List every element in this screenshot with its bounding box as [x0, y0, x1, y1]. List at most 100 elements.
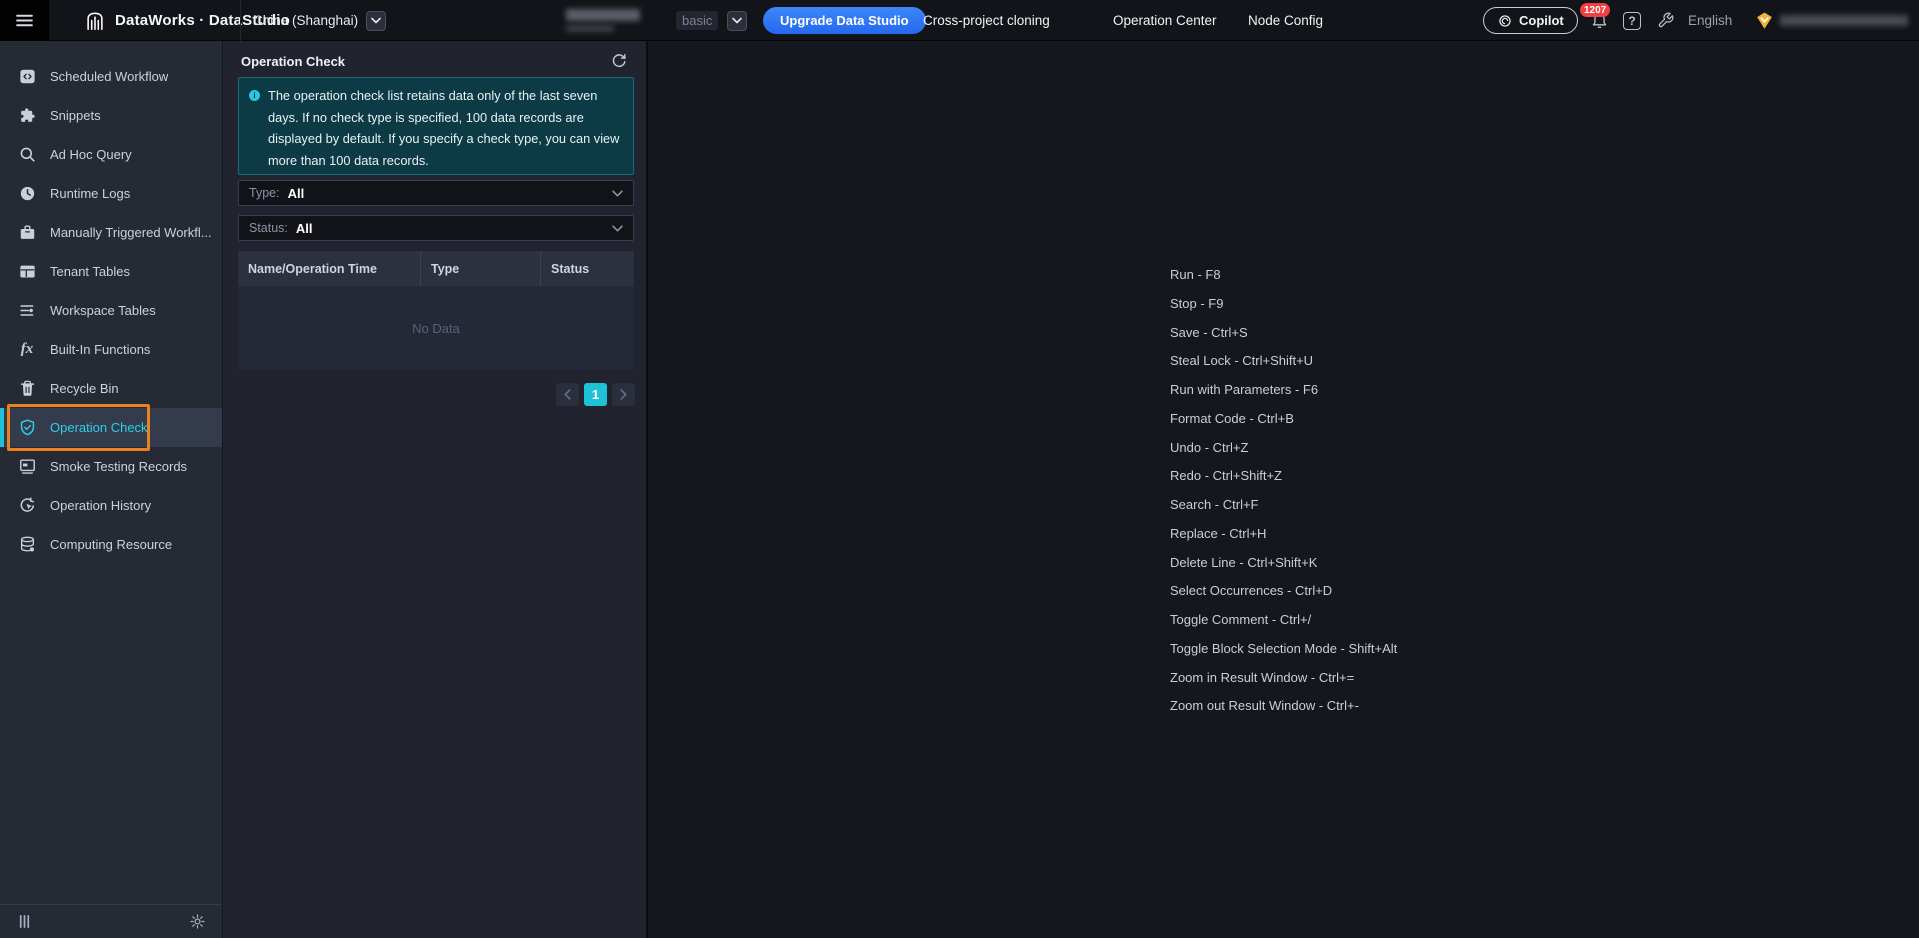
terminal-doc-icon — [17, 457, 37, 476]
status-filter-select[interactable]: Status: All — [238, 215, 634, 241]
puzzle-icon — [17, 106, 37, 125]
env-label: basic — [676, 11, 719, 30]
region-selector[interactable]: China (Shanghai) — [253, 0, 387, 41]
shortcut-save: Save - Ctrl+S — [1170, 324, 1248, 340]
shortcut-zoom-out-result: Zoom out Result Window - Ctrl+- — [1170, 698, 1359, 714]
sidebar-item-label: Operation History — [50, 498, 152, 513]
keyboard-shortcuts-list: Run - F8 Stop - F9 Save - Ctrl+S Steal L… — [1170, 261, 1397, 721]
columns-icon — [19, 914, 30, 929]
panel-title: Operation Check — [241, 54, 346, 69]
copilot-button[interactable]: Copilot — [1483, 7, 1578, 34]
chevron-down-icon — [612, 224, 623, 232]
database-icon — [17, 535, 37, 554]
shortcut-delete-line: Delete Line - Ctrl+Shift+K — [1170, 554, 1318, 570]
clock-icon — [17, 184, 37, 203]
nav-node-config[interactable]: Node Config — [1248, 0, 1323, 41]
notification-count-badge: 1207 — [1580, 3, 1611, 17]
refresh-button[interactable] — [608, 50, 630, 72]
user-account-blurred[interactable] — [1780, 0, 1912, 41]
shortcut-toggle-block-selection: Toggle Block Selection Mode - Shift+Alt — [1170, 640, 1398, 656]
region-label: China (Shanghai) — [253, 13, 359, 28]
info-icon: i — [249, 90, 260, 101]
sidebar-item-ad-hoc-query[interactable]: Ad Hoc Query — [0, 135, 222, 174]
sidebar-settings-button[interactable] — [189, 913, 206, 930]
shortcut-redo: Redo - Ctrl+Shift+Z — [1170, 468, 1282, 484]
sidebar-item-label: Built-In Functions — [50, 342, 151, 357]
region-chevron-down-icon[interactable] — [366, 10, 387, 31]
chevron-left-icon — [564, 389, 571, 400]
type-filter-label: Type: — [249, 186, 280, 200]
table-empty-state: No Data — [238, 286, 634, 370]
project-selector-blurred[interactable] — [566, 0, 658, 41]
shortcut-replace: Replace - Ctrl+H — [1170, 525, 1267, 541]
status-filter-label: Status: — [249, 221, 288, 235]
status-filter-value: All — [295, 220, 313, 236]
shortcut-run-with-parameters: Run with Parameters - F6 — [1170, 382, 1319, 397]
sidebar-item-label: Operation Check — [50, 420, 148, 435]
trash-icon — [17, 379, 37, 398]
project-name-blurred — [566, 9, 640, 21]
sidebar-item-runtime-logs[interactable]: Runtime Logs — [0, 174, 222, 213]
column-header-name-operation-time: Name/Operation Time — [238, 251, 421, 286]
type-filter-value: All — [287, 185, 305, 201]
refresh-icon — [612, 53, 626, 68]
member-badge-icon — [1754, 10, 1775, 31]
member-badge-button[interactable] — [1752, 0, 1776, 41]
sidebar-item-scheduled-workflow[interactable]: Scheduled Workflow — [0, 57, 222, 96]
wrench-icon — [1656, 11, 1675, 30]
shortcut-run: Run - F8 — [1170, 267, 1221, 282]
project-subtext-blurred — [566, 25, 614, 32]
history-cursor-icon — [17, 496, 37, 515]
sidebar-item-built-in-functions[interactable]: fx Built-In Functions — [0, 330, 222, 369]
sidebar-item-label: Workspace Tables — [50, 303, 156, 318]
sidebar-item-snippets[interactable]: Snippets — [0, 96, 222, 135]
help-button[interactable]: ? — [1621, 0, 1643, 41]
sidebar-item-label: Snippets — [50, 108, 101, 123]
sidebar-item-operation-check[interactable]: Operation Check — [0, 404, 222, 451]
language-selector[interactable]: English — [1688, 0, 1732, 41]
nav-cross-project-cloning[interactable]: Cross-project cloning — [923, 0, 1050, 41]
next-page-button[interactable] — [612, 383, 635, 406]
chevron-right-icon — [620, 389, 627, 400]
page-number-current[interactable]: 1 — [584, 383, 607, 406]
hamburger-menu-button[interactable] — [0, 0, 49, 41]
sidebar-bottom-bar — [0, 904, 222, 938]
shortcut-undo: Undo - Ctrl+Z — [1170, 439, 1249, 455]
list-table-icon — [17, 301, 37, 320]
settings-tools-button[interactable] — [1653, 0, 1677, 41]
top-bar: DataWorks · DataStudio China (Shanghai) … — [0, 0, 1919, 41]
copilot-icon — [1497, 13, 1513, 29]
sidebar-item-label: Manually Triggered Workfl... — [50, 225, 212, 240]
sidebar-item-manually-triggered-workflow[interactable]: Manually Triggered Workfl... — [0, 213, 222, 252]
env-selector[interactable]: basic — [676, 0, 748, 41]
dataworks-logo-icon — [84, 10, 106, 32]
type-filter-select[interactable]: Type: All — [238, 180, 634, 206]
notice-banner: i The operation check list retains data … — [238, 77, 634, 175]
sidebar-item-label: Runtime Logs — [50, 186, 131, 201]
shortcut-search: Search - Ctrl+F — [1170, 497, 1259, 512]
upgrade-data-studio-button[interactable]: Upgrade Data Studio — [763, 7, 926, 34]
collapse-panels-button[interactable] — [16, 913, 33, 930]
notice-text: The operation check list retains data on… — [268, 88, 620, 168]
previous-page-button[interactable] — [556, 383, 579, 406]
shortcut-format-code: Format Code - Ctrl+B — [1170, 410, 1294, 426]
table-header-row: Name/Operation Time Type Status — [238, 251, 634, 286]
editor-empty-area: Run - F8 Stop - F9 Save - Ctrl+S Steal L… — [648, 41, 1919, 938]
shield-check-icon — [17, 418, 37, 437]
shortcut-toggle-comment: Toggle Comment - Ctrl+/ — [1170, 612, 1312, 627]
sidebar-item-tenant-tables[interactable]: Tenant Tables — [0, 252, 222, 291]
sidebar-item-computing-resource[interactable]: Computing Resource — [0, 525, 222, 564]
sidebar-item-label: Scheduled Workflow — [50, 69, 169, 84]
sidebar-item-label: Tenant Tables — [50, 264, 130, 279]
sidebar-item-workspace-tables[interactable]: Workspace Tables — [0, 291, 222, 330]
nav-operation-center[interactable]: Operation Center — [1113, 0, 1217, 41]
chevron-down-icon — [612, 189, 623, 197]
sidebar-item-smoke-testing-records[interactable]: Smoke Testing Records — [0, 447, 222, 486]
shortcut-select-occurrences: Select Occurrences - Ctrl+D — [1170, 583, 1333, 599]
workflow-code-icon — [17, 67, 37, 86]
briefcase-icon — [17, 223, 37, 242]
sidebar-item-operation-history[interactable]: Operation History — [0, 486, 222, 525]
env-chevron-down-icon[interactable] — [727, 10, 748, 31]
sidebar-item-recycle-bin[interactable]: Recycle Bin — [0, 369, 222, 408]
pagination: 1 — [556, 383, 635, 406]
